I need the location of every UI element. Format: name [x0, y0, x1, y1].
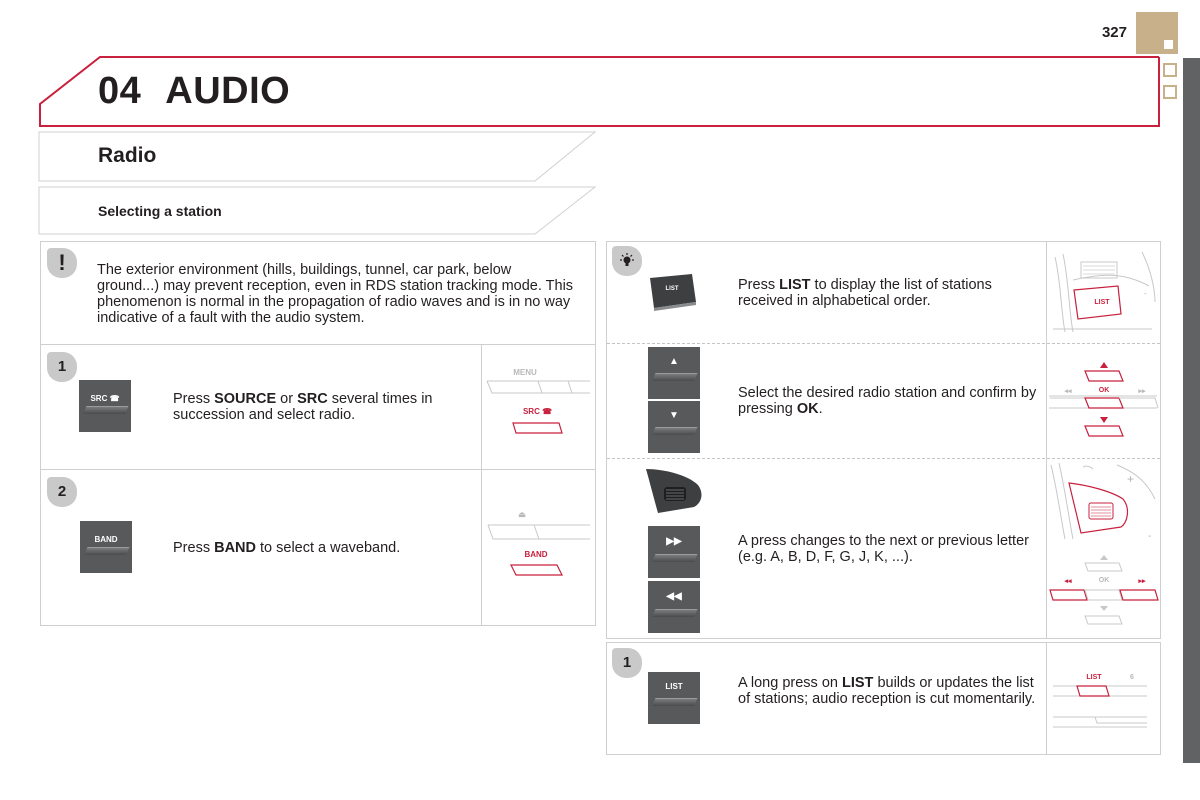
list-key: LIST [648, 272, 698, 312]
forward-highlight-label: ▸▸ [1138, 578, 1146, 585]
list-highlight-label: LIST [1086, 674, 1102, 681]
chapter-name: AUDIO [165, 70, 291, 112]
list-long-press-diagram [1053, 685, 1147, 728]
section-marker-1 [1163, 63, 1177, 77]
rewind-key: ◀◀ [648, 581, 700, 633]
up-arrow-key: ▲ [648, 347, 700, 399]
src-key: SRC ☎ [79, 380, 131, 432]
steering-control-diagram: + - [1049, 462, 1159, 625]
subsection-title: Selecting a station [98, 203, 222, 219]
menu-label: MENU [513, 368, 537, 377]
section-marker-2 [1163, 85, 1177, 99]
list-step-text: A long press on LIST builds or updates t… [738, 675, 1036, 707]
tip-row-1-text: Press LIST to display the list of statio… [738, 277, 992, 309]
section-title: Radio [98, 144, 157, 167]
tab-marker [1164, 40, 1173, 49]
band-key: BAND [80, 521, 132, 573]
phone-icon: ☎ [542, 407, 553, 416]
volume-minus-icon: - [1148, 531, 1151, 542]
rewind-icon: ◀◀ [666, 591, 682, 602]
up-arrow-icon: ▲ [669, 356, 679, 367]
warning-text: The exterior environment (hills, buildin… [97, 262, 574, 326]
warning-badge: ! [47, 248, 77, 278]
divider [40, 469, 596, 470]
svg-text:-: - [1144, 289, 1147, 298]
list-highlight-label: LIST [1094, 299, 1110, 306]
preset-6-label: 6 [1130, 674, 1134, 681]
down-arrow-key: ▼ [648, 401, 700, 453]
ok-label: OK [1098, 387, 1110, 394]
band-key-label: BAND [94, 535, 118, 544]
list-key-label: LIST [665, 682, 683, 691]
chapter-number: 04 [98, 70, 142, 112]
steering-wheel-control-icon [646, 469, 702, 513]
tip-badge [612, 246, 642, 276]
chapter-tab [1136, 12, 1178, 54]
ok-navigation-diagram [1049, 362, 1159, 437]
phone-icon: ☎ [109, 394, 120, 403]
list-long-press-key: LIST [648, 672, 700, 724]
down-arrow-icon: ▼ [669, 410, 679, 421]
forward-label: ▸▸ [1138, 388, 1146, 395]
rewind-label: ◂◂ [1064, 388, 1072, 395]
src-key-label: SRC ☎ [90, 394, 120, 403]
list-button-diagram: - [1053, 251, 1156, 333]
tip-row-3-text: A press changes to the next or previous … [738, 533, 1029, 565]
eject-icon: ⏏ [518, 510, 526, 519]
lightbulb-icon [620, 253, 634, 266]
ok-label: OK [1098, 577, 1110, 584]
divider [40, 344, 596, 345]
exclamation-icon: ! [58, 250, 66, 275]
step-2-text: Press BAND to select a waveband. [173, 540, 401, 556]
chapter-sidebar [1183, 58, 1200, 763]
step-1-text: Press SOURCE or SRC several times in suc… [173, 391, 433, 423]
src-highlight-label: SRC ☎ [522, 407, 553, 416]
band-highlight-label: BAND [524, 550, 548, 559]
tip-row-2-text: Select the desired radio station and con… [738, 385, 1037, 417]
chapter-title: 04 AUDIO [98, 70, 290, 113]
fast-forward-key: ▶▶ [648, 526, 700, 578]
list-key-label: LIST [665, 286, 679, 292]
rewind-highlight-label: ◂◂ [1064, 578, 1072, 585]
step-badge: 1 [612, 648, 642, 678]
step-badge: 2 [47, 477, 77, 507]
volume-plus-icon: + [1127, 472, 1134, 486]
step-badge: 1 [47, 352, 77, 382]
page-number: 327 [1101, 24, 1127, 41]
fast-forward-icon: ▶▶ [666, 536, 682, 547]
